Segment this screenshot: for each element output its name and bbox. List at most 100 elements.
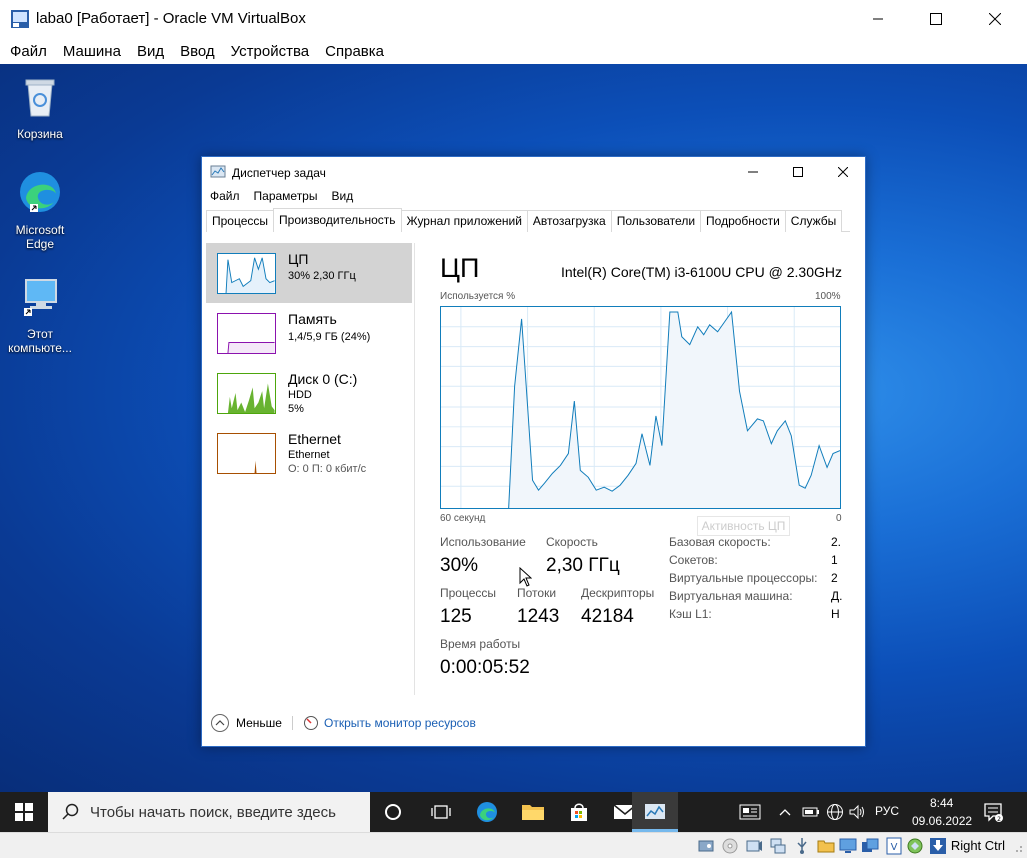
close-button[interactable]	[972, 0, 1018, 38]
taskbar-file-explorer[interactable]	[510, 792, 556, 832]
virtual-machine-label: Виртуальная машина:	[669, 589, 793, 603]
desktop-icon-recycle-bin[interactable]: Корзина	[2, 72, 78, 141]
menu-input[interactable]: Ввод	[180, 43, 215, 60]
battery-icon	[802, 807, 819, 817]
display-status-icon[interactable]	[839, 837, 857, 855]
tm-menubar: Файл Параметры Вид	[210, 189, 367, 203]
desktop-icon-this-pc[interactable]: Этот компьюте...	[2, 272, 78, 355]
tm-minimize-button[interactable]	[730, 157, 776, 187]
uptime-value: 0:00:05:52	[440, 657, 530, 678]
taskbar-edge[interactable]	[464, 792, 510, 832]
tab-app-history[interactable]: Журнал приложений	[400, 210, 528, 232]
tray-date[interactable]: 09.06.2022	[912, 814, 972, 828]
notification-icon: 2	[984, 803, 1003, 822]
cpu-thumbnail-graph	[217, 253, 276, 294]
taskbar-store[interactable]	[556, 792, 602, 832]
resource-monitor-label: Открыть монитор ресурсов	[323, 716, 476, 730]
search-icon	[62, 803, 79, 820]
tray-language[interactable]: РУС	[875, 804, 899, 818]
shared-folders-status-icon[interactable]	[817, 837, 835, 855]
audio-status-icon[interactable]	[745, 837, 763, 855]
keyboard-capture-icon[interactable]	[929, 837, 947, 855]
tab-startup[interactable]: Автозагрузка	[526, 210, 612, 232]
hard-disk-status-icon[interactable]	[697, 837, 715, 855]
guest-additions-status-icon[interactable]	[906, 837, 924, 855]
tab-details[interactable]: Подробности	[700, 210, 786, 232]
network-status-icon[interactable]	[769, 837, 787, 855]
open-resource-monitor-link[interactable]: Открыть монитор ресурсов	[303, 715, 476, 731]
menu-file[interactable]: Файл	[10, 43, 47, 60]
virtualization-status-icon[interactable]: V	[885, 837, 903, 855]
folder-icon	[522, 805, 544, 820]
base-speed-label: Базовая скорость:	[669, 535, 771, 549]
tray-notifications[interactable]: 2	[978, 792, 1008, 832]
optical-drive-status-icon[interactable]	[721, 837, 739, 855]
recording-status-icon[interactable]	[861, 837, 879, 855]
svg-text:V: V	[891, 842, 898, 853]
usage-value: 30%	[440, 555, 479, 576]
maximize-icon	[930, 13, 942, 25]
menu-help[interactable]: Справка	[325, 43, 384, 60]
handles-value: 42184	[581, 606, 634, 627]
start-button[interactable]	[0, 792, 48, 832]
tm-menu-options[interactable]: Параметры	[254, 189, 318, 203]
fewer-details-button[interactable]: Меньше	[210, 713, 282, 733]
ethernet-thumbnail-graph	[217, 433, 276, 474]
tm-maximize-button[interactable]	[775, 157, 821, 187]
graph-x-right-label: 0	[836, 513, 842, 524]
desktop-icon-label: Этот компьюте...	[8, 327, 72, 355]
sidebar-ethernet-name: Ethernet	[288, 431, 341, 447]
usb-status-icon[interactable]	[793, 837, 811, 855]
search-placeholder: Чтобы начать поиск, введите здесь	[90, 803, 336, 821]
close-icon	[989, 13, 1001, 25]
processes-label: Процессы	[440, 586, 497, 600]
tray-time[interactable]: 8:44	[930, 796, 953, 810]
sidebar-cpu-usage: 30% 2,30 ГГц	[288, 270, 356, 282]
minimize-button[interactable]	[855, 0, 901, 38]
sidebar-item-disk[interactable]: Диск 0 (C:) HDD 5%	[206, 363, 412, 423]
tm-menu-view[interactable]: Вид	[331, 189, 353, 203]
tab-processes[interactable]: Процессы	[206, 210, 275, 232]
tray-volume[interactable]	[846, 792, 868, 832]
graph-y-label: Используется %	[440, 291, 516, 302]
task-manager-window: Диспетчер задач Файл Параметры Вид Проце…	[201, 156, 866, 747]
virtual-processors-value: 2	[831, 571, 838, 585]
tab-users[interactable]: Пользователи	[610, 210, 702, 232]
desktop-icon-label: Корзина	[17, 127, 63, 141]
computer-icon	[24, 279, 57, 316]
tray-battery[interactable]	[800, 792, 822, 832]
maximize-button[interactable]	[913, 0, 959, 38]
handles-label: Дескрипторы	[581, 586, 655, 600]
menu-machine[interactable]: Машина	[63, 43, 121, 60]
tm-close-button[interactable]	[820, 157, 866, 187]
menu-view[interactable]: Вид	[137, 43, 164, 60]
tab-performance[interactable]: Производительность	[273, 208, 402, 232]
desktop-icon-edge[interactable]: Microsoft Edge	[2, 168, 78, 251]
sidebar-item-memory[interactable]: Память 1,4/5,9 ГБ (24%)	[206, 303, 412, 363]
sidebar-item-cpu[interactable]: ЦП 30% 2,30 ГГц	[206, 243, 412, 303]
tab-services[interactable]: Службы	[784, 210, 843, 232]
tray-news-button[interactable]	[734, 792, 766, 832]
tm-tabs: Процессы Производительность Журнал прило…	[206, 208, 850, 232]
resize-grip-icon[interactable]	[1011, 841, 1023, 853]
usage-label: Использование	[440, 535, 526, 549]
menu-devices[interactable]: Устройства	[231, 43, 309, 60]
task-manager-icon	[210, 165, 226, 178]
tray-network[interactable]	[824, 792, 846, 832]
cortana-button[interactable]	[370, 792, 416, 832]
edge-icon	[477, 802, 497, 822]
taskbar-task-manager[interactable]	[632, 792, 678, 832]
vbox-statusbar: V Right Ctrl	[0, 832, 1027, 858]
task-view-button[interactable]	[418, 792, 464, 832]
speed-label: Скорость	[546, 535, 598, 549]
windows-logo-icon	[15, 803, 33, 821]
tray-show-hidden-button[interactable]	[776, 792, 794, 832]
news-icon	[739, 804, 761, 820]
threads-label: Потоки	[517, 586, 557, 600]
tm-menu-file[interactable]: Файл	[210, 189, 240, 203]
taskbar-search-box[interactable]: Чтобы начать поиск, введите здесь	[48, 792, 370, 832]
taskbar: Чтобы начать поиск, введите здесь РУС 8:…	[0, 792, 1027, 832]
edge-icon	[20, 172, 60, 212]
mouse-cursor-icon	[519, 567, 532, 587]
sidebar-item-ethernet[interactable]: Ethernet Ethernet О: 0 П: 0 кбит/с	[206, 423, 412, 483]
